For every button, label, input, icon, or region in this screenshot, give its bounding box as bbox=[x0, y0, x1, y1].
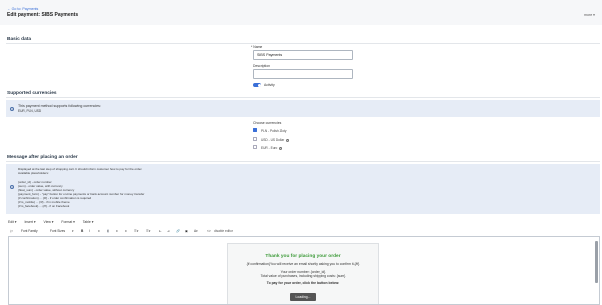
align-justify-icon[interactable]: ≡ bbox=[125, 229, 127, 233]
placeholders-available: Available placeholders: bbox=[18, 171, 49, 175]
email-pay-text: To pay for your order, click the button … bbox=[266, 281, 340, 285]
email-preview: Thank you for placing your order {if con… bbox=[227, 243, 379, 304]
back-link[interactable]: ← Go to: Payments bbox=[7, 7, 38, 11]
currency-label-pln: PLN - Polish Zloty bbox=[261, 129, 287, 133]
message-heading: Message after placing an order bbox=[7, 155, 78, 160]
font-size-select[interactable]: Font Sizes bbox=[50, 229, 65, 233]
align-left-icon[interactable]: ≡ bbox=[98, 229, 100, 233]
placeholder-item: {if is_facebook} ... {/if} - if on Faceb… bbox=[18, 204, 70, 208]
email-pay-button[interactable]: Loading... bbox=[289, 293, 317, 301]
chevron-down-icon[interactable]: ▾ bbox=[72, 229, 74, 233]
source-code-icon[interactable]: <> bbox=[207, 229, 211, 233]
align-center-icon[interactable]: ≡ bbox=[107, 229, 109, 233]
menu-table[interactable]: Table ▾ bbox=[83, 220, 94, 224]
bold-icon[interactable]: B bbox=[81, 229, 83, 233]
currencies-heading: Supported currencies bbox=[7, 91, 57, 96]
divider bbox=[6, 161, 600, 162]
info-icon: i bbox=[10, 185, 14, 189]
editor-content-area[interactable]: Thank you for placing your order {if con… bbox=[8, 236, 600, 305]
info-icon: i bbox=[10, 107, 14, 111]
page-title: Edit payment: SIBS Payments bbox=[7, 12, 79, 18]
currencies-info-box: i This payment method supports following… bbox=[6, 100, 600, 117]
numbered-list-icon[interactable]: ☰▾ bbox=[146, 229, 150, 233]
bullet-list-icon[interactable]: ☰▾ bbox=[134, 229, 138, 233]
name-label: * Name bbox=[251, 45, 263, 49]
image-icon[interactable]: ▣ bbox=[185, 229, 188, 233]
description-label: Description bbox=[253, 64, 270, 68]
link-icon[interactable]: 🔗 bbox=[176, 229, 180, 233]
indent-icon[interactable]: ⇥ bbox=[167, 229, 170, 233]
currency-checkbox-pln[interactable] bbox=[253, 128, 257, 132]
outdent-icon[interactable]: ⇤ bbox=[159, 229, 162, 233]
disable-editor-link[interactable]: disable editor bbox=[214, 229, 233, 233]
editor-toolbar: ⤓▾ Font Family Font Sizes ▾ B I ≡ ≡ ≡ ≡ … bbox=[8, 228, 598, 235]
clear-format-icon[interactable]: ⤓▾ bbox=[10, 229, 13, 233]
activity-toggle[interactable] bbox=[253, 83, 261, 87]
email-total: Total value of purchases, including ship… bbox=[260, 274, 346, 278]
menu-insert[interactable]: Insert ▾ bbox=[24, 220, 35, 224]
italic-icon[interactable]: I bbox=[89, 229, 90, 233]
editor-scrollbar[interactable] bbox=[595, 241, 598, 283]
email-confirm-text: {if confirmation}You will receive an ema… bbox=[246, 262, 360, 266]
divider bbox=[6, 43, 600, 44]
name-field[interactable]: SIBS Payments bbox=[253, 50, 353, 60]
activity-label: Activity bbox=[264, 83, 275, 87]
currency-checkbox-eur[interactable] bbox=[253, 145, 257, 149]
email-heading: Thank you for placing your order bbox=[265, 254, 341, 259]
menu-format[interactable]: Format ▾ bbox=[61, 220, 74, 224]
currencies-info-list: EUR, PLN, USD bbox=[18, 109, 42, 113]
currency-label-usd: USD - US Dollar? bbox=[261, 138, 290, 142]
align-right-icon[interactable]: ≡ bbox=[116, 229, 118, 233]
choose-currencies-label: Choose currencies bbox=[253, 121, 282, 125]
text-color-icon[interactable]: A▾ bbox=[194, 229, 198, 233]
more-menu[interactable]: more ▾ bbox=[584, 13, 595, 17]
editor-menubar: Edit ▾ Insert ▾ View ▾ Format ▾ Table ▾ bbox=[8, 220, 100, 224]
help-icon[interactable]: ? bbox=[279, 146, 283, 150]
currencies-info-title: This payment method supports following c… bbox=[18, 104, 101, 108]
menu-view[interactable]: View ▾ bbox=[44, 220, 54, 224]
help-icon[interactable]: ? bbox=[286, 138, 290, 142]
divider bbox=[6, 97, 600, 98]
page-header: ← Go to: Payments Edit payment: SIBS Pay… bbox=[0, 0, 602, 25]
placeholders-info-box: i Displayed at the last step of shopping… bbox=[6, 164, 600, 214]
basic-data-heading: Basic data bbox=[7, 37, 31, 42]
currency-label-eur: EUR - Euro? bbox=[261, 146, 283, 150]
currency-checkbox-usd[interactable] bbox=[253, 137, 257, 141]
menu-edit[interactable]: Edit ▾ bbox=[8, 220, 17, 224]
description-field[interactable] bbox=[253, 69, 353, 79]
font-family-select[interactable]: Font Family bbox=[21, 229, 38, 233]
